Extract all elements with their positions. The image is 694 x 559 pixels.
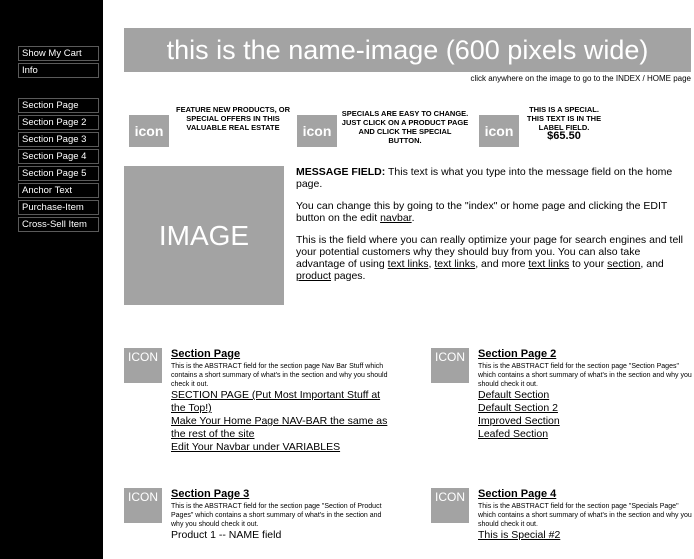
nav-cross-sell-item[interactable]: Cross-Sell Item bbox=[18, 217, 99, 232]
section-sub-link[interactable]: Leafed Section bbox=[478, 428, 694, 441]
home-link-hint: click anywhere on the image to go to the… bbox=[470, 74, 691, 83]
feature-icon: icon bbox=[479, 115, 519, 147]
message-text: , and more bbox=[475, 258, 529, 270]
show-my-cart-button[interactable]: Show My Cart bbox=[18, 46, 99, 61]
nav-section-page-2[interactable]: Section Page 2 bbox=[18, 115, 99, 130]
nav-section-page-4[interactable]: Section Page 4 bbox=[18, 149, 99, 164]
message-text: to your bbox=[569, 258, 608, 270]
feature-icon: icon bbox=[297, 115, 337, 147]
text-link[interactable]: text links bbox=[434, 258, 475, 270]
feature-text: THIS IS A SPECIAL. THIS TEXT IS IN THE L… bbox=[523, 105, 605, 142]
feature-text: FEATURE NEW PRODUCTS, OR SPECIAL OFFERS … bbox=[175, 105, 291, 132]
info-button[interactable]: Info bbox=[18, 63, 99, 78]
message-label: MESSAGE FIELD: bbox=[296, 166, 386, 178]
message-field: MESSAGE FIELD: This text is what you typ… bbox=[296, 166, 691, 292]
feature-box-2[interactable]: icon SPECIALS ARE EASY TO CHANGE. JUST C… bbox=[297, 105, 473, 147]
nav-purchase-item[interactable]: Purchase-Item bbox=[18, 200, 99, 215]
section-icon: ICON bbox=[431, 348, 469, 383]
section-icon: ICON bbox=[124, 488, 162, 523]
section-page-title-link[interactable]: Section Page bbox=[171, 348, 397, 361]
nav-section-page-3[interactable]: Section Page 3 bbox=[18, 132, 99, 147]
section-abstract: This is the ABSTRACT field for the secti… bbox=[171, 503, 382, 528]
section-sub-link[interactable]: Improved Section bbox=[478, 415, 694, 428]
navbar-link[interactable]: navbar bbox=[380, 212, 412, 224]
message-text: . bbox=[411, 212, 415, 224]
sidebar-nav: Show My Cart Info Section Page Section P… bbox=[0, 0, 103, 559]
section-sub-link[interactable]: Make Your Home Page NAV-BAR the same as … bbox=[171, 415, 397, 441]
section-abstract: This is the ABSTRACT field for the secti… bbox=[478, 503, 692, 528]
message-paragraph-3: This is the field where you can really o… bbox=[296, 234, 691, 282]
section-page-2-title-link[interactable]: Section Page 2 bbox=[478, 348, 694, 361]
section-abstract: This is the ABSTRACT field for the secti… bbox=[478, 363, 692, 388]
feature-box-3[interactable]: icon THIS IS A SPECIAL. THIS TEXT IS IN … bbox=[479, 105, 649, 147]
section-sub-link[interactable]: This is Special #2 bbox=[478, 529, 694, 542]
message-text: You can change this by going to the "ind… bbox=[296, 200, 668, 224]
section-abstract: This is the ABSTRACT field for the secti… bbox=[171, 363, 388, 388]
main-image-placeholder: IMAGE bbox=[124, 166, 284, 305]
product-link[interactable]: product bbox=[296, 270, 331, 282]
nav-section-page[interactable]: Section Page bbox=[18, 98, 99, 113]
message-text: pages. bbox=[331, 270, 366, 282]
section-link[interactable]: section bbox=[607, 258, 640, 270]
message-paragraph-2: You can change this by going to the "ind… bbox=[296, 200, 691, 224]
nav-anchor-text[interactable]: Anchor Text bbox=[18, 183, 99, 198]
feature-icon: icon bbox=[129, 115, 169, 147]
message-text: , and bbox=[640, 258, 664, 270]
section-page-4-title-link[interactable]: Section Page 4 bbox=[478, 488, 694, 501]
section-sub-link[interactable]: Default Section bbox=[478, 389, 694, 402]
message-paragraph-1: MESSAGE FIELD: This text is what you typ… bbox=[296, 166, 691, 190]
name-image-banner[interactable]: this is the name-image (600 pixels wide) bbox=[124, 28, 691, 72]
section-icon: ICON bbox=[124, 348, 162, 383]
section-icon: ICON bbox=[431, 488, 469, 523]
nav-section-page-5[interactable]: Section Page 5 bbox=[18, 166, 99, 181]
section-sub-link[interactable]: SECTION PAGE (Put Most Important Stuff a… bbox=[171, 389, 397, 415]
special-label: THIS IS A SPECIAL. THIS TEXT IS IN THE L… bbox=[526, 105, 602, 132]
text-link[interactable]: text links bbox=[528, 258, 569, 270]
section-sub-link[interactable]: Product 1 -- NAME field bbox=[171, 529, 393, 542]
special-price: $65.50 bbox=[547, 130, 581, 142]
feature-box-1[interactable]: icon FEATURE NEW PRODUCTS, OR SPECIAL OF… bbox=[129, 105, 294, 147]
feature-text: SPECIALS ARE EASY TO CHANGE. JUST CLICK … bbox=[341, 109, 469, 145]
section-sub-link[interactable]: Edit Your Navbar under VARIABLES bbox=[171, 441, 397, 454]
section-sub-link[interactable]: Default Section 2 bbox=[478, 402, 694, 415]
section-page-3-title-link[interactable]: Section Page 3 bbox=[171, 488, 393, 501]
text-link[interactable]: text links bbox=[388, 258, 429, 270]
